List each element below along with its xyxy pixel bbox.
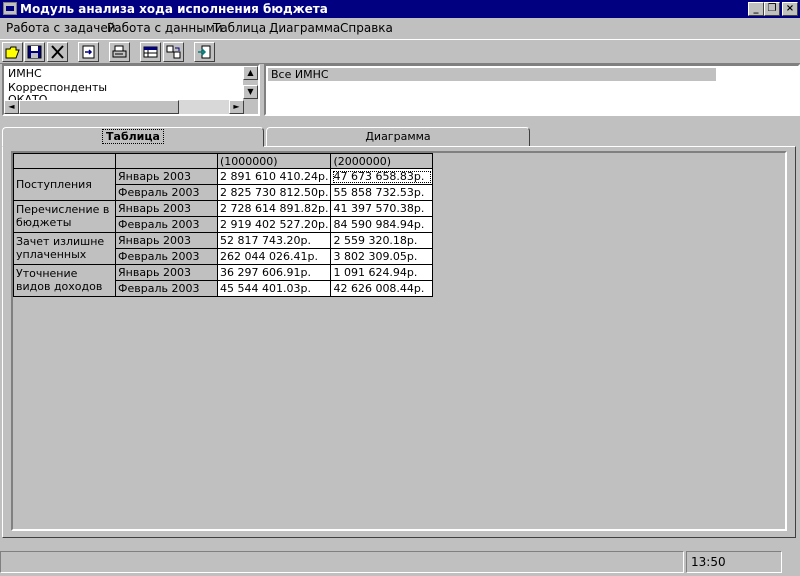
tab-chart-label: Диаграмма bbox=[365, 130, 431, 143]
swap-button[interactable] bbox=[163, 42, 184, 62]
selected-item[interactable]: Все ИМНС bbox=[268, 68, 716, 81]
period-cell[interactable]: Февраль 2003 bbox=[115, 184, 218, 201]
menu-help[interactable]: Справка bbox=[340, 21, 393, 35]
value-cell[interactable]: 84 590 984.94р. bbox=[330, 216, 434, 233]
row-group-header[interactable]: Перечисление в бюджеты разных bbox=[13, 200, 116, 233]
value-cell[interactable]: 2 891 610 410.24р. bbox=[216, 168, 332, 185]
value-cell[interactable]: 52 817 743.20р. bbox=[216, 232, 332, 249]
scroll-left-icon[interactable]: ◄ bbox=[4, 100, 19, 114]
period-cell[interactable]: Январь 2003 bbox=[115, 264, 218, 281]
restore-button[interactable]: ❐ bbox=[764, 2, 780, 16]
row-group-label: Перечисление в бюджеты разных bbox=[16, 202, 110, 231]
value-cell[interactable]: 55 858 732.53р. bbox=[330, 184, 434, 201]
value-cell[interactable]: 36 297 606.91р. bbox=[216, 264, 332, 281]
tab-table[interactable]: Таблица bbox=[2, 127, 264, 147]
table-button[interactable] bbox=[140, 42, 161, 62]
status-message bbox=[0, 551, 684, 573]
menu-table[interactable]: Таблица bbox=[213, 21, 266, 35]
vertical-scrollbar[interactable]: ▲ ▼ bbox=[243, 66, 258, 114]
import-icon bbox=[82, 45, 95, 59]
import-button[interactable] bbox=[78, 42, 99, 62]
scroll-up-icon[interactable]: ▲ bbox=[243, 66, 258, 80]
value-cell[interactable]: 1 091 624.94р. bbox=[330, 264, 434, 281]
horizontal-scrollbar[interactable]: ◄ ► bbox=[4, 100, 244, 114]
title-bar: Модуль анализа хода исполнения бюджета _… bbox=[0, 0, 800, 18]
row-group-header[interactable]: Поступления bbox=[13, 168, 116, 201]
menu-data[interactable]: Работа с данными bbox=[107, 21, 223, 35]
swap-icon bbox=[166, 45, 181, 59]
period-cell[interactable]: Январь 2003 bbox=[115, 168, 218, 185]
tab-panel: (1000000) (2000000) Поступления Январь 2… bbox=[2, 146, 796, 538]
tab-chart[interactable]: Диаграмма bbox=[266, 127, 530, 147]
row-group-header[interactable]: Зачет излишне уплаченных сумм bbox=[13, 232, 116, 265]
open-button[interactable] bbox=[2, 42, 23, 62]
save-icon bbox=[27, 45, 42, 59]
status-bar: 13:50 bbox=[0, 549, 800, 576]
period-cell[interactable]: Февраль 2003 bbox=[115, 216, 218, 233]
value-cell[interactable]: 42 626 008.44р. bbox=[330, 280, 434, 297]
status-clock: 13:50 bbox=[686, 551, 782, 573]
exit-button[interactable] bbox=[194, 42, 215, 62]
corner-cell bbox=[13, 153, 116, 169]
delete-icon bbox=[51, 45, 64, 59]
row-group-label: Уточнение видов доходов bbox=[16, 266, 103, 293]
value-list[interactable]: Все ИМНС bbox=[264, 64, 800, 116]
period-cell[interactable]: Январь 2003 bbox=[115, 232, 218, 249]
open-folder-icon bbox=[5, 46, 20, 59]
value-cell[interactable]: 47 673 658.83р. bbox=[330, 168, 434, 185]
value-cell[interactable]: 45 544 401.03р. bbox=[216, 280, 332, 297]
value-cell[interactable]: 2 825 730 812.50р. bbox=[216, 184, 332, 201]
window-title: Модуль анализа хода исполнения бюджета bbox=[20, 2, 328, 16]
row-group-header[interactable]: Уточнение видов доходов bbox=[13, 264, 116, 297]
value-cell[interactable]: 2 559 320.18р. bbox=[330, 232, 434, 249]
period-cell[interactable]: Февраль 2003 bbox=[115, 280, 218, 297]
tab-table-label: Таблица bbox=[102, 129, 164, 144]
value-cell[interactable]: 2 728 614 891.82р. bbox=[216, 200, 332, 217]
close-button[interactable]: × bbox=[782, 2, 798, 16]
period-cell[interactable]: Январь 2003 bbox=[115, 200, 218, 217]
dimension-list[interactable]: ИМНС Корреспонденты ОКАТО ▲ ▼ ◄ ► bbox=[2, 64, 260, 116]
menu-task[interactable]: Работа с задачей bbox=[6, 21, 116, 35]
app-icon[interactable] bbox=[3, 2, 17, 15]
data-grid: (1000000) (2000000) Поступления Январь 2… bbox=[13, 153, 434, 297]
row-group-label: Зачет излишне уплаченных сумм bbox=[16, 234, 105, 263]
table-icon bbox=[143, 46, 158, 58]
value-cell[interactable]: 41 397 570.38р. bbox=[330, 200, 434, 217]
exit-icon bbox=[198, 45, 211, 59]
value-cell[interactable]: 3 802 309.05р. bbox=[330, 248, 434, 265]
data-grid-area: (1000000) (2000000) Поступления Январь 2… bbox=[11, 151, 787, 531]
print-icon bbox=[112, 45, 127, 58]
period-header bbox=[115, 153, 218, 169]
list-item[interactable]: ОКАТО bbox=[8, 93, 47, 100]
toolbar bbox=[0, 39, 800, 64]
delete-button[interactable] bbox=[47, 42, 68, 62]
period-cell[interactable]: Февраль 2003 bbox=[115, 248, 218, 265]
list-item[interactable]: ИМНС bbox=[8, 67, 42, 80]
selected-item-label: Все ИМНС bbox=[271, 68, 329, 81]
scroll-right-icon[interactable]: ► bbox=[229, 100, 244, 114]
minimize-button[interactable]: _ bbox=[748, 2, 764, 16]
value-cell[interactable]: 262 044 026.41р. bbox=[216, 248, 332, 265]
scroll-thumb[interactable] bbox=[19, 100, 179, 114]
save-button[interactable] bbox=[24, 42, 45, 62]
column-header[interactable]: (1000000) bbox=[216, 153, 332, 169]
print-button[interactable] bbox=[109, 42, 130, 62]
column-header[interactable]: (2000000) bbox=[330, 153, 434, 169]
menu-bar: Работа с задачей Работа с данными Таблиц… bbox=[0, 18, 800, 38]
menu-chart[interactable]: Диаграмма bbox=[269, 21, 340, 35]
value-cell[interactable]: 2 919 402 527.20р. bbox=[216, 216, 332, 233]
scroll-down-icon[interactable]: ▼ bbox=[243, 85, 258, 99]
